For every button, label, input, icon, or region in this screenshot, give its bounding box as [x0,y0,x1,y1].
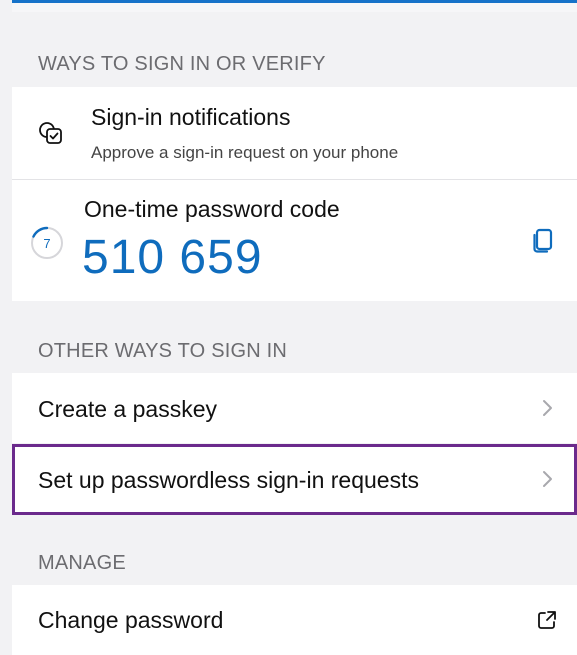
change-password-row[interactable]: Change password [12,585,577,655]
create-passkey-row[interactable]: Create a passkey [12,373,577,443]
passwordless-sign-in-label: Set up passwordless sign-in requests [38,467,419,493]
chevron-right-icon [543,400,552,416]
one-time-password-row: 7 One-time password code 510 659 [12,180,577,301]
notification-check-icon [39,122,62,144]
create-passkey-label: Create a passkey [38,396,217,422]
sign-in-notifications-row[interactable]: Sign-in notifications Approve a sign-in … [12,87,577,179]
sign-in-notifications-title: Sign-in notifications [91,104,291,130]
otp-code[interactable]: 510 659 [82,230,263,285]
sign-in-notifications-subtitle: Approve a sign-in request on your phone [91,143,399,162]
external-link-icon [538,611,556,629]
change-password-label: Change password [38,607,224,633]
passwordless-sign-in-row[interactable]: Set up passwordless sign-in requests [12,444,577,515]
chevron-right-icon [543,471,552,487]
countdown-timer-value: 7 [43,236,50,251]
otp-title: One-time password code [84,196,340,222]
section-header-manage: MANAGE [38,552,126,574]
section-header-other-ways: OTHER WAYS TO SIGN IN [38,340,288,362]
countdown-timer-icon: 7 [31,226,63,259]
copy-icon[interactable] [531,228,555,254]
top-accent-bar [12,0,577,12]
section-header-ways: WAYS TO SIGN IN OR VERIFY [38,53,326,75]
